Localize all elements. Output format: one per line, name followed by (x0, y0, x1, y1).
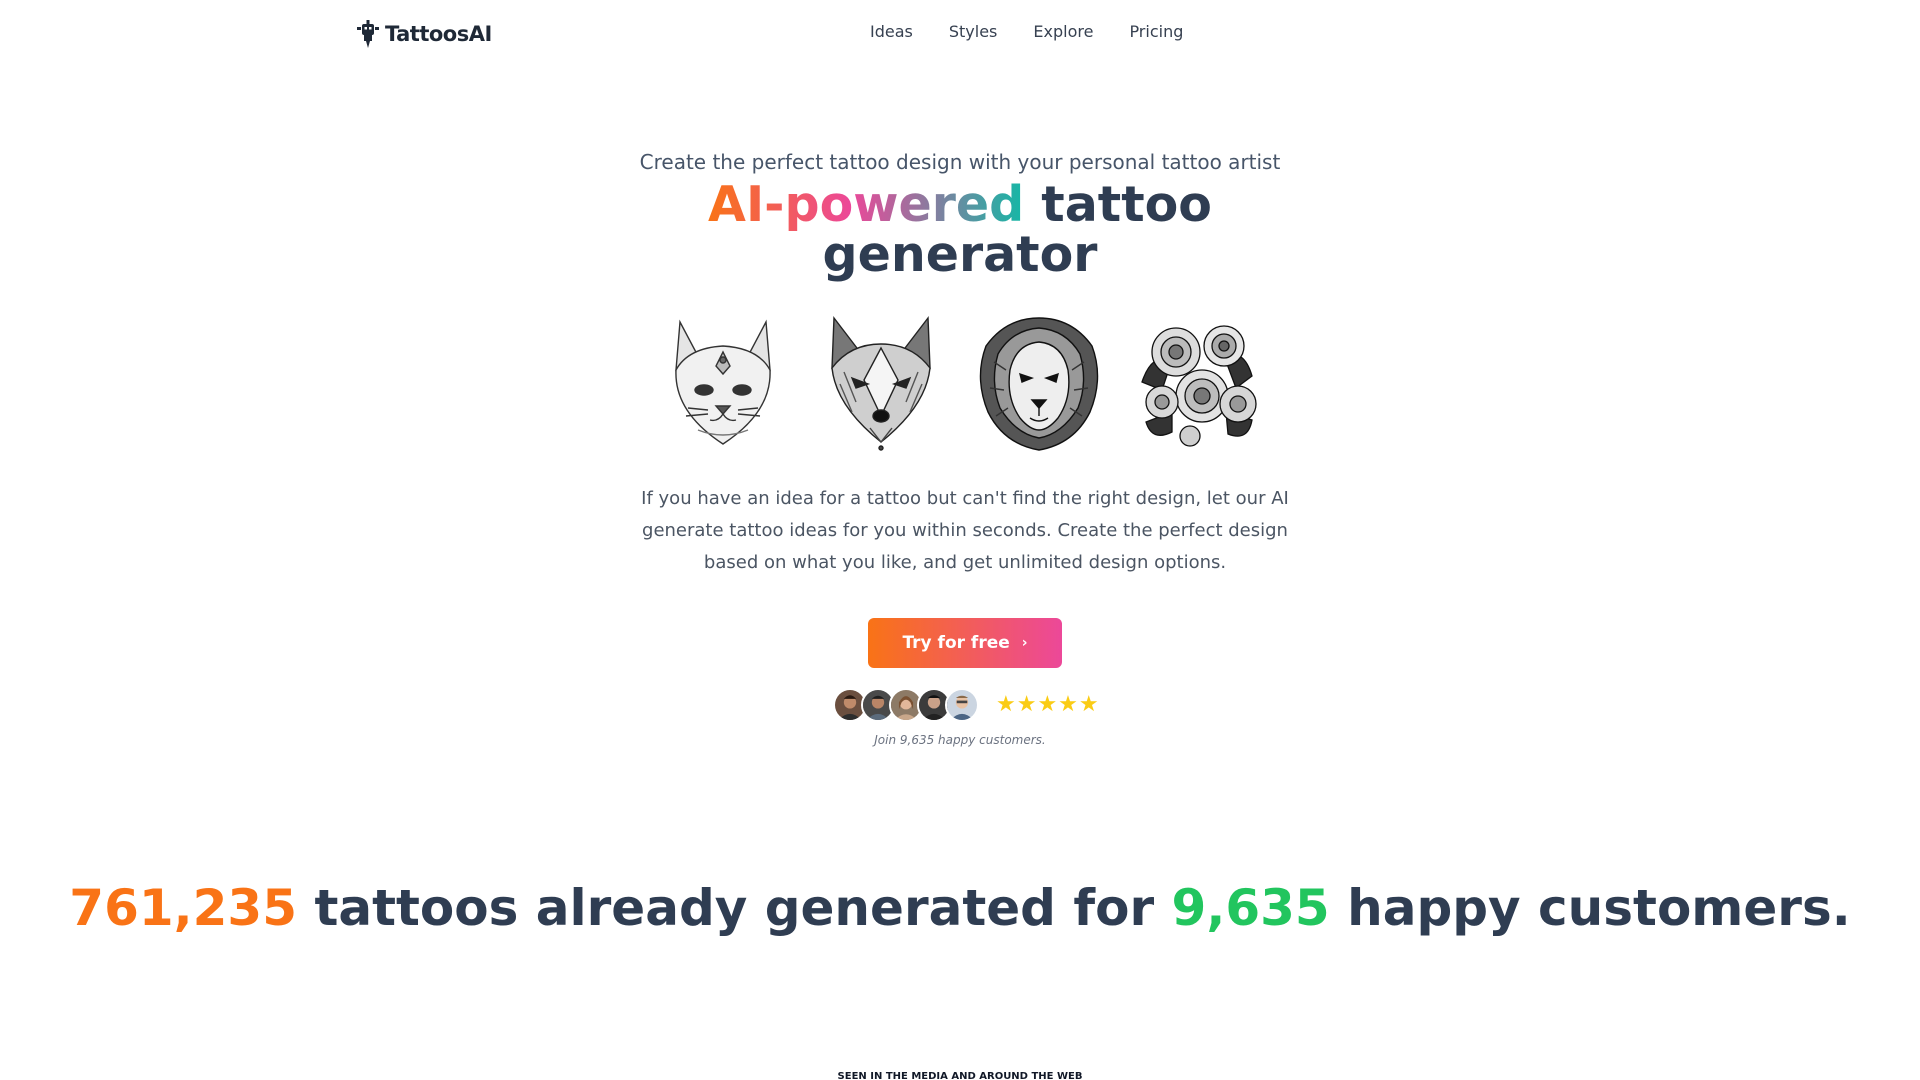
cta-label: Try for free (902, 633, 1010, 653)
stats-text-1: tattoos already generated for (314, 879, 1155, 937)
stats-heading: 761,235 tattoos already generated for 9,… (0, 883, 1920, 933)
roses-tattoo-icon (1141, 325, 1257, 447)
tattoo-gallery (0, 312, 1920, 452)
nav-item-explore[interactable]: Explore (1033, 22, 1093, 41)
brand-logo[interactable]: TattoosAI (355, 19, 492, 49)
hero-title-word-tattoo: tattoo (1041, 176, 1212, 233)
tattoos-count: 761,235 (69, 879, 298, 937)
chevron-right-icon: › (1021, 635, 1028, 651)
hero-description: If you have an idea for a tattoo but can… (641, 488, 1289, 573)
lion-tattoo-icon (979, 317, 1099, 451)
customer-avatars (833, 688, 979, 722)
hero-title-word-generator: generator (822, 226, 1098, 283)
media-heading: SEEN IN THE MEDIA AND AROUND THE WEB (837, 1071, 1083, 1080)
main-nav: Ideas Styles Explore Pricing (870, 22, 1183, 41)
cat-tattoo-icon (675, 319, 771, 445)
try-for-free-button[interactable]: Try for free › (868, 618, 1062, 668)
nav-item-styles[interactable]: Styles (949, 22, 998, 41)
stats-text-2: happy customers. (1347, 879, 1851, 937)
robot-logo-icon (357, 20, 379, 48)
wolf-tattoo-icon (831, 316, 931, 451)
hero-title-highlight: AI-powered (708, 176, 1025, 233)
hero-subtitle: Create the perfect tattoo design with yo… (639, 150, 1281, 174)
site-header: TattoosAI Ideas Styles Explore Pricing (0, 0, 1920, 68)
hero-title: AI-powered tattoo generator (0, 180, 1920, 280)
rating-stars: ★★★★★ (996, 692, 1100, 717)
nav-item-ideas[interactable]: Ideas (870, 22, 913, 41)
customers-count: 9,635 (1171, 879, 1330, 937)
nav-item-pricing[interactable]: Pricing (1129, 22, 1183, 41)
avatar (945, 688, 979, 722)
join-customers-text: Join 9,635 happy customers. (874, 733, 1046, 747)
brand-name: TattoosAI (385, 22, 492, 46)
